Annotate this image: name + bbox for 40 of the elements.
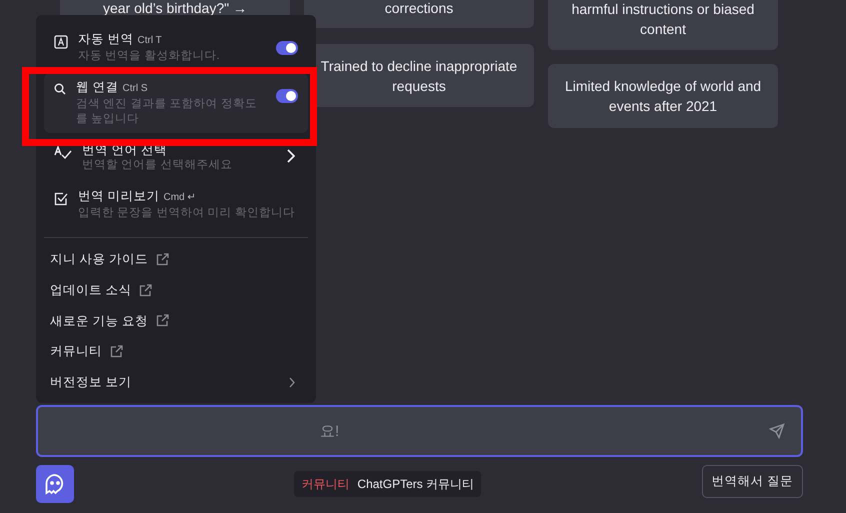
menu-link[interactable]: 지니 사용 가이드	[50, 250, 148, 269]
toggle-switch[interactable]	[276, 41, 298, 55]
ghost-icon	[44, 473, 66, 495]
tag-text: ChatGPTers 커뮤니티	[357, 476, 474, 493]
example-card[interactable]: harmful instructions or biased content	[548, 0, 778, 50]
message-input[interactable]: 요!	[36, 405, 803, 457]
external-link-icon	[156, 252, 169, 266]
menu-link[interactable]: 업데이트 소식	[50, 280, 132, 300]
option-title: 번역 미리보기	[78, 189, 160, 203]
menu-link[interactable]: 버전정보 보기	[50, 373, 132, 392]
menu-link[interactable]: 새로운 기능 요청	[50, 312, 148, 330]
option-description: 입력한 문장을 번역하여 미리 확인합니다	[78, 206, 296, 221]
menu-link[interactable]: 커뮤니티	[50, 342, 102, 361]
external-link-icon	[139, 284, 152, 297]
option-title: 웹 연결	[76, 80, 118, 94]
shortcut-label: Ctrl S	[122, 83, 148, 94]
community-tag[interactable]: 커뮤니티 ChatGPTers 커뮤니티	[294, 471, 482, 497]
translate-icon	[54, 146, 72, 160]
example-card[interactable]: corrections	[304, 0, 534, 28]
menu-option[interactable]: 번역 미리보기 Cmd ↵ 입력한 문장을 번역하여 미리 확인합니다	[44, 182, 308, 227]
search-icon	[54, 82, 66, 94]
shortcut-label: Cmd ↵	[163, 192, 196, 203]
send-icon[interactable]	[769, 423, 785, 439]
option-description: 번역할 언어를 선택해주세요	[82, 158, 234, 173]
tag-label: 커뮤니티	[301, 476, 350, 493]
example-card[interactable]: Limited knowledge of world and events after 2021	[548, 64, 778, 128]
chevron-right-icon	[286, 149, 294, 163]
option-description: 검색 엔진 결과를 포함하여 정확도를 높입니다	[76, 97, 258, 127]
option-description: 자동 번역을 활성화합니다.	[78, 49, 221, 64]
chevron-right-icon	[289, 376, 295, 388]
option-title: 자동 번역	[78, 32, 134, 46]
menu-option[interactable]: 웹 연결 Ctrl S 검색 엔진 결과를 포함하여 정확도를 높입니다	[44, 73, 308, 133]
external-link-icon	[110, 345, 123, 358]
checkbox-icon	[54, 192, 68, 206]
toggle-switch[interactable]	[276, 89, 298, 103]
external-link-icon	[156, 314, 169, 328]
translate-button[interactable]: 번역해서 질문	[702, 465, 803, 498]
logo-button[interactable]	[36, 465, 74, 503]
letter-a-icon	[54, 34, 68, 48]
shortcut-label: Ctrl T	[137, 35, 162, 46]
